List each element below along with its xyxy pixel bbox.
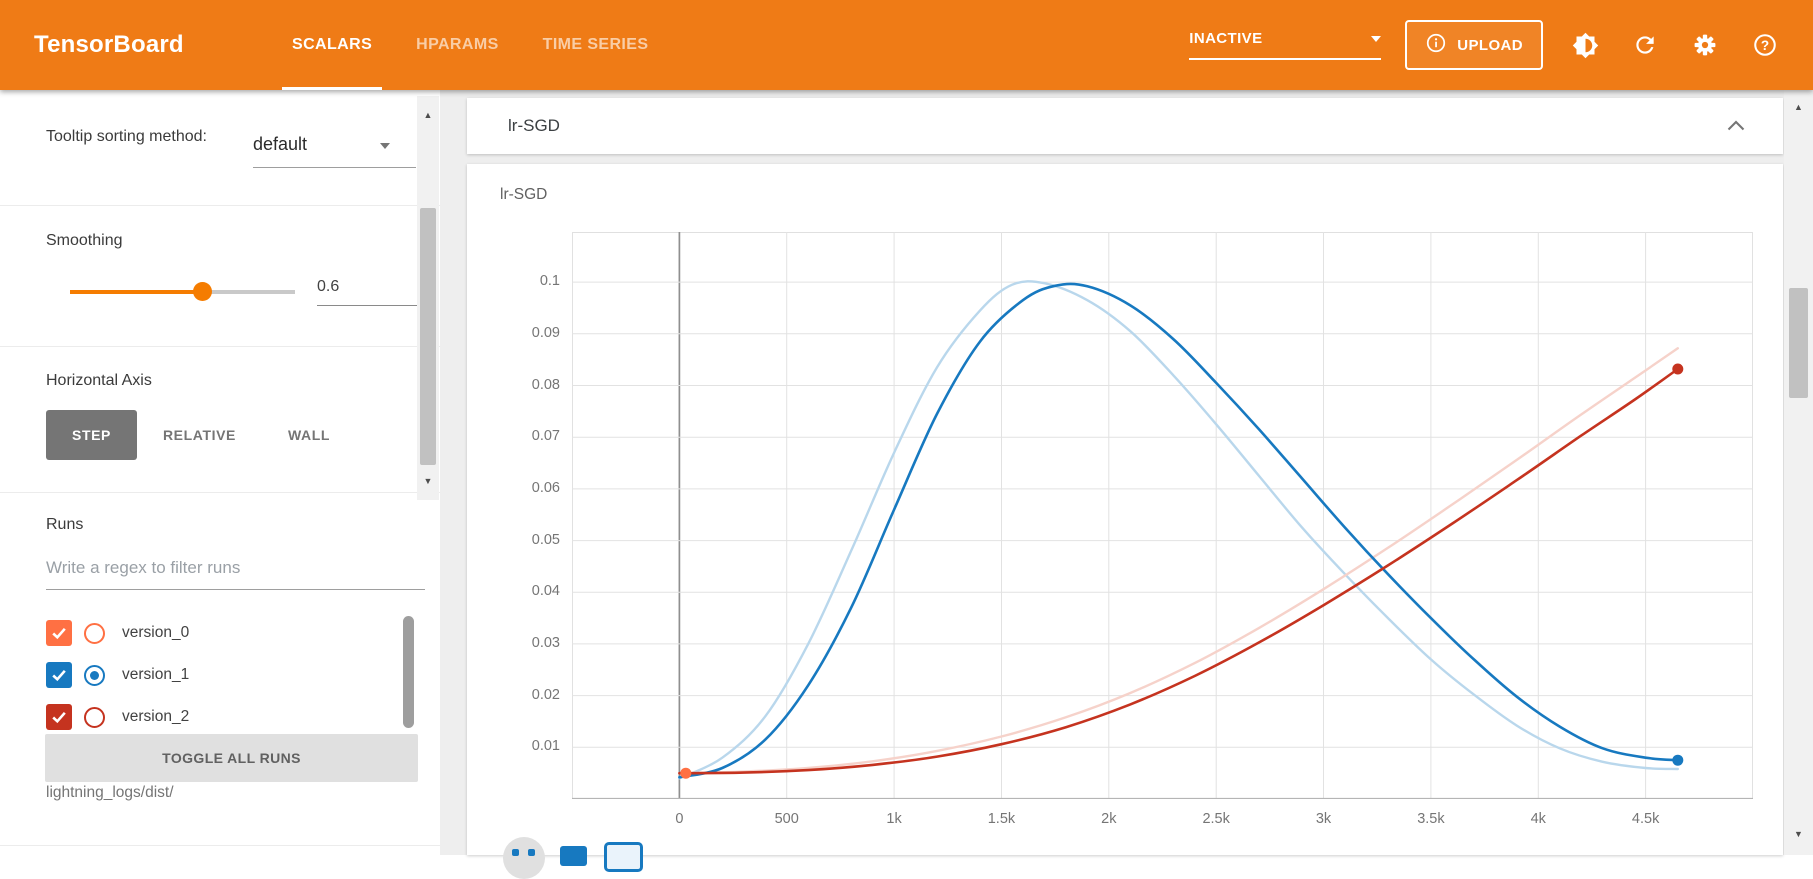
x-axis-tick-label: 1k <box>859 811 929 827</box>
sidebar-scrollbar-thumb[interactable] <box>420 208 436 465</box>
run-selector-chip[interactable] <box>503 837 545 879</box>
status-label: INACTIVE <box>1189 30 1262 47</box>
scalar-line-chart[interactable] <box>572 232 1753 799</box>
y-axis-tick-label: 0.1 <box>504 273 560 289</box>
y-axis-tick-label: 0.02 <box>504 687 560 703</box>
smoothing-value-input[interactable]: 0.6 <box>317 278 429 306</box>
chart-title: lr-SGD <box>500 186 547 204</box>
tab-hparams[interactable]: HPARAMS <box>394 0 521 90</box>
run-radio[interactable] <box>84 623 105 644</box>
y-axis-tick-label: 0.08 <box>504 377 560 393</box>
sidebar-scrollbar[interactable]: ▲ ▼ <box>417 96 439 500</box>
divider <box>0 845 440 846</box>
info-icon <box>1425 32 1447 58</box>
runs-label: Runs <box>46 516 83 534</box>
settings-gear-icon[interactable] <box>1687 27 1723 63</box>
x-axis-tick-label: 2k <box>1074 811 1144 827</box>
run-radio[interactable] <box>84 665 105 686</box>
x-axis-tick-label: 1.5k <box>966 811 1036 827</box>
y-axis-tick-label: 0.01 <box>504 738 560 754</box>
run-filter-input[interactable]: Write a regex to filter runs <box>46 558 425 590</box>
runs-list: version_0 version_1 version_2 <box>46 612 396 738</box>
status-dropdown[interactable]: INACTIVE <box>1189 30 1381 60</box>
x-axis-tick-label: 4.5k <box>1611 811 1681 827</box>
x-axis-tick-label: 0 <box>644 811 714 827</box>
y-axis-tick-label: 0.07 <box>504 428 560 444</box>
upload-button[interactable]: UPLOAD <box>1405 20 1543 70</box>
y-axis-tick-label: 0.05 <box>504 532 560 548</box>
tooltip-sorting-label: Tooltip sorting method: <box>46 126 226 148</box>
upload-label: UPLOAD <box>1457 37 1523 54</box>
scroll-up-icon[interactable]: ▲ <box>417 110 439 120</box>
chevron-up-icon[interactable] <box>1727 118 1745 136</box>
toggle-all-runs-button[interactable]: TOGGLE ALL RUNS <box>45 734 418 782</box>
tab-scalars[interactable]: SCALARS <box>270 0 394 90</box>
run-row[interactable]: version_1 <box>46 654 396 696</box>
run-checkbox[interactable] <box>46 704 72 730</box>
logdir-path: lightning_logs/dist/ <box>46 784 174 802</box>
run-label: version_2 <box>122 708 189 726</box>
run-checkbox[interactable] <box>46 620 72 646</box>
y-axis-tick-label: 0.04 <box>504 583 560 599</box>
horizontal-axis-label: Horizontal Axis <box>46 372 152 390</box>
svg-text:?: ? <box>1761 38 1769 53</box>
run-radio[interactable] <box>84 707 105 728</box>
scroll-down-icon[interactable]: ▼ <box>1784 829 1813 839</box>
run-row[interactable]: version_0 <box>46 612 396 654</box>
x-axis-tick-label: 3.5k <box>1396 811 1466 827</box>
chevron-down-icon <box>380 143 390 149</box>
run-checkbox[interactable] <box>46 662 72 688</box>
run-label: version_0 <box>122 624 189 642</box>
x-axis-tick-label: 3k <box>1289 811 1359 827</box>
runs-list-scrollbar[interactable] <box>403 616 414 728</box>
tooltip-sorting-dropdown[interactable]: default <box>253 134 416 168</box>
y-axis-tick-label: 0.03 <box>504 635 560 651</box>
smoothing-slider[interactable] <box>70 290 295 294</box>
axis-option-step[interactable]: STEP <box>46 410 137 460</box>
x-axis-tick-label: 500 <box>752 811 822 827</box>
horizontal-axis-options: STEPRELATIVEWALL <box>46 410 356 460</box>
expand-chart-icon[interactable] <box>560 846 587 866</box>
run-row[interactable]: version_2 <box>46 696 396 738</box>
chevron-down-icon <box>1371 36 1381 42</box>
run-label: version_1 <box>122 666 189 684</box>
scroll-up-icon[interactable]: ▲ <box>1784 102 1813 112</box>
help-icon[interactable]: ? <box>1747 27 1783 63</box>
app-header: TensorBoard SCALARSHPARAMSTIME SERIES IN… <box>0 0 1813 90</box>
app-logo[interactable]: TensorBoard <box>34 0 184 90</box>
group-title: lr-SGD <box>508 98 560 154</box>
tab-bar: SCALARSHPARAMSTIME SERIES <box>270 0 670 90</box>
y-axis-tick-label: 0.09 <box>504 325 560 341</box>
axis-option-relative[interactable]: RELATIVE <box>137 410 262 460</box>
smoothing-label: Smoothing <box>46 232 123 250</box>
divider <box>0 346 440 347</box>
scroll-down-icon[interactable]: ▼ <box>417 476 439 486</box>
main-scrollbar-thumb[interactable] <box>1789 288 1808 398</box>
refresh-icon[interactable] <box>1627 27 1663 63</box>
slider-fill <box>70 290 202 294</box>
divider <box>0 492 440 493</box>
brightness-icon[interactable] <box>1567 27 1603 63</box>
tab-time-series[interactable]: TIME SERIES <box>521 0 671 90</box>
tooltip-sorting-value: default <box>253 134 307 154</box>
divider <box>0 205 440 206</box>
slider-thumb[interactable] <box>193 282 212 301</box>
x-axis-tick-label: 4k <box>1503 811 1573 827</box>
settings-sidebar: Tooltip sorting method: default Smoothin… <box>0 90 440 855</box>
x-axis-tick-label: 2.5k <box>1181 811 1251 827</box>
pin-card-icon[interactable] <box>604 842 643 872</box>
axis-option-wall[interactable]: WALL <box>262 410 356 460</box>
scalar-group-header[interactable]: lr-SGD <box>467 98 1783 154</box>
y-axis-tick-label: 0.06 <box>504 480 560 496</box>
main-scrollbar[interactable]: ▲ ▼ <box>1784 90 1813 855</box>
